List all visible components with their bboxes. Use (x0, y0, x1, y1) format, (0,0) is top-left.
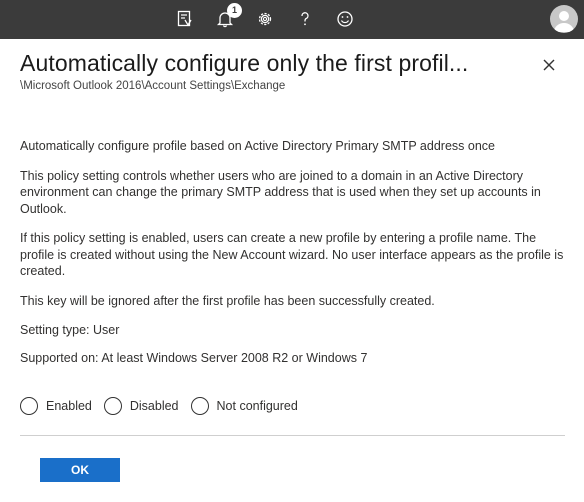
ok-button[interactable]: OK (40, 458, 120, 482)
gear-icon[interactable] (252, 6, 278, 32)
close-icon[interactable] (536, 52, 562, 78)
supported-on: Supported on: At least Windows Server 20… (20, 350, 368, 365)
smiley-icon[interactable] (332, 6, 358, 32)
radio-enabled-circle[interactable] (20, 397, 38, 415)
notification-badge: 1 (227, 3, 242, 18)
policy-summary: Automatically configure profile based on… (20, 139, 495, 153)
page-title: Automatically configure only the first p… (20, 50, 469, 76)
policy-state-radio-group: Enabled Disabled Not configured (20, 396, 310, 416)
radio-not-configured-circle[interactable] (190, 397, 209, 415)
radio-enabled[interactable]: Enabled (20, 397, 92, 415)
policy-description: Automatically configure profile based on… (20, 138, 565, 377)
setting-type: Setting type: User (20, 323, 120, 337)
radio-disabled[interactable]: Disabled (103, 397, 179, 415)
top-bar: 1 (0, 0, 584, 39)
footer-divider (20, 435, 565, 436)
bell-icon[interactable]: 1 (212, 3, 242, 32)
policy-report-icon[interactable] (172, 6, 198, 32)
help-icon[interactable] (292, 6, 318, 32)
radio-not-configured-label: Not configured (216, 399, 298, 413)
policy-description-2: If this policy setting is enabled, users… (20, 231, 564, 278)
radio-disabled-circle[interactable] (103, 397, 122, 415)
radio-disabled-label: Disabled (129, 399, 179, 413)
radio-enabled-label: Enabled (46, 399, 92, 413)
radio-not-configured[interactable]: Not configured (190, 397, 298, 415)
avatar-icon[interactable] (550, 5, 578, 33)
policy-description-1: This policy setting controls whether use… (20, 168, 541, 216)
policy-description-3: This key will be ignored after the first… (20, 293, 435, 308)
breadcrumb: \Microsoft Outlook 2016\Account Settings… (20, 80, 286, 92)
